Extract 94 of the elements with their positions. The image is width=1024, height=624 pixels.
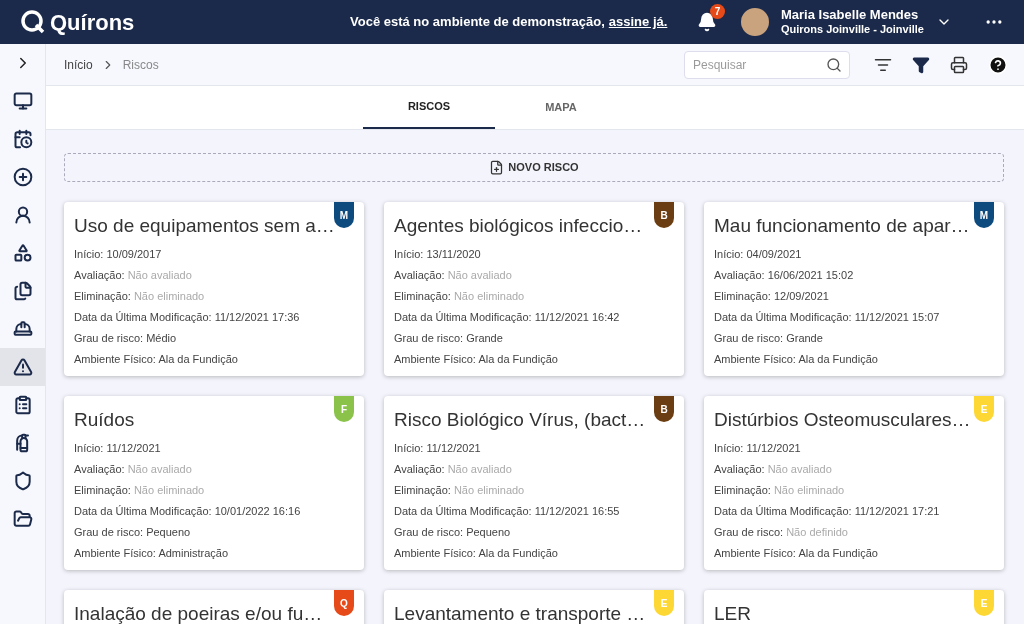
logo-icon <box>20 9 46 35</box>
card-title: Mau funcionamento de apar… <box>714 215 970 236</box>
card-field: Avaliação: Não avaliado <box>74 461 354 482</box>
card-field: Início: 11/12/2021 <box>394 440 674 461</box>
risk-level-badge: E <box>654 590 674 616</box>
card-field: Avaliação: Não avaliado <box>394 267 674 288</box>
card-field: Grau de risco: Pequeno <box>74 524 354 545</box>
folder-icon <box>12 509 33 529</box>
card-field: Data da Última Modificação: 10/01/2022 16:16 <box>74 503 354 524</box>
card-field: Ambiente Físico: Ala da Fundição <box>714 545 994 566</box>
bell-icon[interactable] <box>696 12 717 32</box>
subscribe-link[interactable]: assine já. <box>608 12 668 32</box>
notification-count: 7 <box>709 4 725 19</box>
risk-level-badge: B <box>654 396 674 422</box>
shapes-icon <box>12 243 33 263</box>
new-risk-button[interactable]: NOVO RISCO <box>64 153 1004 182</box>
clipboard-icon <box>12 395 33 415</box>
risk-card[interactable]: F Ruídos Início: 11/12/2021 Avaliação: Não avaliado Eliminação: Não eliminado Data da Última Modificação: 10/01/2022 16:16 Grau de risco: Pequeno Ambiente Físico: Administração <box>64 396 364 570</box>
help-icon[interactable] <box>988 54 1008 75</box>
risk-card[interactable]: M Uso de equipamentos sem a… Início: 10/09/2017 Avaliação: Não avaliado Eliminação: Não eliminado Data da Última Modificação: 11/12/2021 17:36 Grau de risco: Médio Ambiente Físico: Ala da Fundição <box>64 202 364 376</box>
card-field: Eliminação: Não eliminado <box>394 482 674 503</box>
card-field: Avaliação: Não avaliado <box>394 461 674 482</box>
search-field[interactable]: Pesquisar <box>684 50 850 79</box>
monitor-icon <box>12 91 33 111</box>
user-org: Quirons Joinville - Joinville <box>780 22 924 36</box>
avatar[interactable] <box>740 8 769 36</box>
risk-card[interactable] <box>384 396 684 570</box>
card-title: Ruídos <box>74 409 135 430</box>
risk-card[interactable]: E LER <box>704 590 1004 624</box>
warning-icon <box>12 357 33 377</box>
card-field: Eliminação: Não eliminado <box>74 288 354 309</box>
risk-level-badge: F <box>334 396 354 422</box>
card-field: Data da Última Modificação: 11/12/2021 16:42 <box>394 309 674 330</box>
card-field: Grau de risco: Grande <box>394 330 674 351</box>
search-icon[interactable] <box>826 56 842 73</box>
card-title: Levantamento e transporte … <box>394 603 646 624</box>
print-icon[interactable] <box>950 55 968 74</box>
helmet-icon <box>12 319 33 339</box>
card-field: Ambiente Físico: Administração <box>74 545 354 566</box>
card-field: Grau de risco: Médio <box>74 330 354 351</box>
risk-card[interactable]: M Mau funcionamento de apar… Início: 04/09/2021 Avaliação: 16/06/2021 15:02 Eliminação: 12/09/2021 Data da Última Modificação: 11/12/2021 15:07 Grau de risco: Grande Ambiente Físico: Ala da Fundição <box>704 202 1004 376</box>
risk-level-badge: M <box>334 202 354 228</box>
card-field: Eliminação: Não eliminado <box>394 288 674 309</box>
file-plus-icon <box>489 160 505 175</box>
risk-level-badge: E <box>974 396 994 422</box>
risk-level-badge: M <box>974 202 994 228</box>
tab[interactable]: MAPA <box>495 86 627 129</box>
card-field: Grau de risco: Pequeno <box>394 524 674 545</box>
card-title: Agentes biológicos infeccio… <box>394 215 643 236</box>
card-field: Eliminação: 12/09/2021 <box>714 288 994 309</box>
risk-card[interactable]: B Agentes biológicos infeccio… Início: 13/11/2020 Avaliação: Não avaliado Eliminação: Não eliminado Data da Última Modificação: 11/12/2021 16:42 Grau de risco: Grande Ambiente Físico: Ala da Fundição <box>384 202 684 376</box>
card-title: Uso de equipamentos sem a… <box>74 215 335 236</box>
card-field: Início: 13/11/2020 <box>394 246 674 267</box>
risk-level-badge: E <box>974 590 994 616</box>
card-field: Avaliação: Não avaliado <box>714 461 994 482</box>
logo-text: Quírons <box>50 8 135 37</box>
card-field: Grau de risco: Grande <box>714 330 994 351</box>
card-field: Início: 11/12/2021 <box>74 440 354 461</box>
breadcrumb-link[interactable]: Início <box>64 55 93 74</box>
card-field: Data da Última Modificação: 11/12/2021 17:36 <box>74 309 354 330</box>
risk-card[interactable]: E Levantamento e transporte … <box>384 590 684 624</box>
card-title: Inalação de poeiras e/ou fu… <box>74 603 323 624</box>
card-field: Avaliação: 16/06/2021 15:02 <box>714 267 994 288</box>
documents-icon <box>12 281 33 301</box>
user-name: Maria Isabelle Mendes <box>780 8 920 22</box>
card-title: Distúrbios Osteomusculares… <box>714 409 971 430</box>
demo-notice: Você está no ambiente de demonstração, <box>350 13 605 32</box>
sidebar-item[interactable] <box>0 348 45 386</box>
card-field: Eliminação: Não eliminado <box>74 482 354 503</box>
card-field: Data da Última Modificação: 11/12/2021 15:07 <box>714 309 994 330</box>
calendar-clock-icon <box>12 129 33 149</box>
risk-card[interactable] <box>704 396 1004 570</box>
plus-circle-icon <box>12 167 33 187</box>
card-title: LER <box>714 603 751 624</box>
card-field: Início: 11/12/2021 <box>714 440 994 461</box>
card-field: Data da Última Modificação: 11/12/2021 16:55 <box>394 503 674 524</box>
card-field: Data da Última Modificação: 11/12/2021 17:21 <box>714 503 994 524</box>
risk-card[interactable]: Q Inalação de poeiras e/ou fu… <box>64 590 364 624</box>
person-icon <box>12 205 33 225</box>
risk-level-badge: B <box>654 202 674 228</box>
card-field: Ambiente Físico: Ala da Fundição <box>74 351 354 372</box>
shield-icon <box>12 471 33 491</box>
card-title: Risco Biológico Vírus, (bact… <box>394 409 646 430</box>
card-field: Grau de risco: Não definido <box>714 524 994 545</box>
card-field: Eliminação: Não eliminado <box>714 482 994 503</box>
tab[interactable]: RISCOS <box>363 86 495 129</box>
card-field: Ambiente Físico: Ala da Fundição <box>394 351 674 372</box>
card-field: Ambiente Físico: Ala da Fundição <box>714 351 994 372</box>
card-field: Ambiente Físico: Ala da Fundição <box>394 545 674 566</box>
card-field: Avaliação: Não avaliado <box>74 267 354 288</box>
filter-icon[interactable] <box>912 55 930 74</box>
card-field: Início: 10/09/2017 <box>74 246 354 267</box>
card-field: Início: 04/09/2021 <box>714 246 994 267</box>
risk-level-badge: Q <box>334 590 354 616</box>
